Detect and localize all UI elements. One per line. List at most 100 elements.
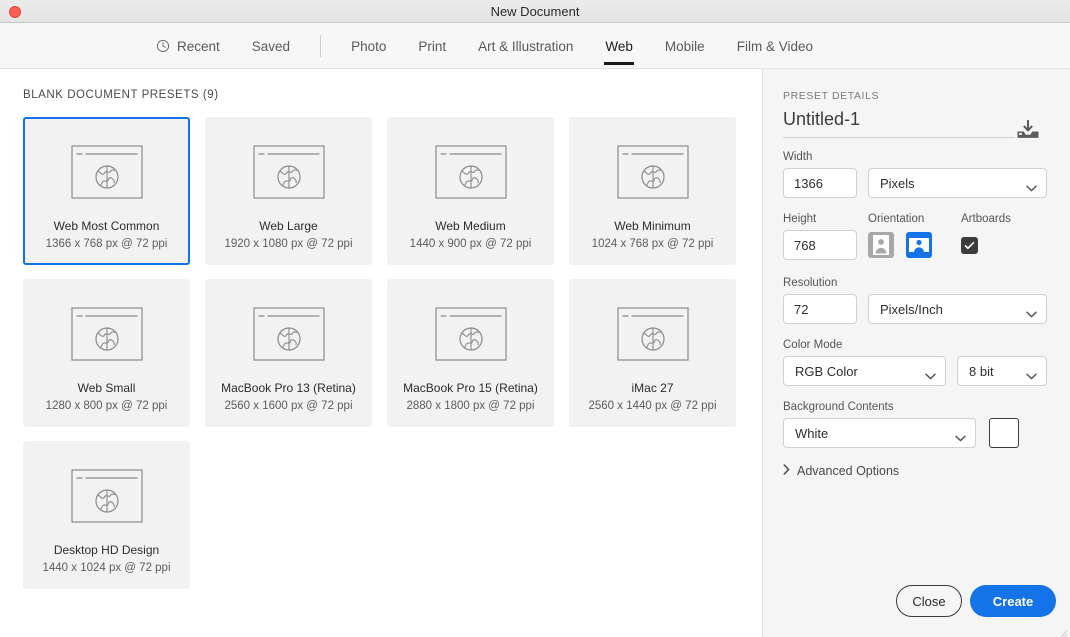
preset-name: MacBook Pro 15 (Retina) [399,381,542,397]
preset-card[interactable]: MacBook Pro 13 (Retina) 2560 x 1600 px @ … [205,279,372,427]
preset-card[interactable]: Web Small1280 x 800 px @ 72 ppi [23,279,190,427]
height-orientation-artboards-group: Height Orientation Artboards [783,213,1051,260]
tab-film-video[interactable]: Film & Video [721,23,829,69]
presets-heading-label: BLANK DOCUMENT PRESETS [23,89,199,101]
presets-area: BLANK DOCUMENT PRESETS (9) Web Most Comm… [0,69,762,637]
save-preset-icon[interactable] [1016,120,1040,140]
background-contents-label: Background Contents [783,401,1019,413]
document-name-field[interactable] [783,109,1015,138]
web-document-icon [253,145,325,199]
chevron-right-icon [783,464,790,478]
close-button[interactable]: Close [896,585,962,617]
tab-saved[interactable]: Saved [236,23,306,69]
width-unit-select[interactable]: Pixels [868,168,1047,198]
active-tab-indicator [604,62,634,65]
advanced-options-label: Advanced Options [797,464,899,478]
chevron-down-icon [1026,180,1037,187]
orientation-label: Orientation [868,213,961,225]
clock-icon [156,39,170,53]
preset-spec: 2560 x 1600 px @ 72 ppi [224,400,352,412]
preset-grid: Web Most Common 1366 x 768 px @ 72 ppi We… [23,117,743,589]
tab-label: Web [605,39,633,54]
preset-card[interactable]: Desktop HD Design 1440 x 1024 px @ 72 ppi [23,441,190,589]
preset-card[interactable]: Web Most Common 1366 x 768 px @ 72 ppi [23,117,190,265]
preset-name: Web Medium [431,219,509,235]
title-bar: New Document [0,0,1070,23]
preset-name: iMac 27 [627,381,677,397]
width-unit-value: Pixels [880,176,915,191]
resolution-input[interactable] [794,302,846,317]
width-input-box[interactable] [783,168,857,198]
web-document-icon [71,145,143,199]
web-document-icon [617,145,689,199]
bit-depth-value: 8 bit [969,364,994,379]
tab-label: Print [418,39,446,54]
width-label: Width [783,151,1047,163]
tab-label: Film & Video [737,39,813,54]
tab-label: Photo [351,39,386,54]
bit-depth-select[interactable]: 8 bit [957,356,1047,386]
presets-heading: BLANK DOCUMENT PRESETS (9) [23,89,219,101]
presets-count: (9) [203,89,219,101]
tab-print[interactable]: Print [402,23,462,69]
resolution-label: Resolution [783,277,1047,289]
resolution-input-box[interactable] [783,294,857,324]
background-contents-value: White [795,426,828,441]
tab-mobile[interactable]: Mobile [649,23,721,69]
web-document-icon [617,307,689,361]
tab-photo[interactable]: Photo [335,23,402,69]
color-mode-select[interactable]: RGB Color [783,356,946,386]
preset-spec: 1366 x 768 px @ 72 ppi [46,238,168,250]
height-input[interactable] [794,238,846,253]
preset-card[interactable]: Web Minimum 1024 x 768 px @ 72 ppi [569,117,736,265]
width-group: Width Pixels [783,151,1047,198]
preset-name: Desktop HD Design [50,543,163,559]
preset-spec: 2880 x 1800 px @ 72 ppi [406,400,534,412]
background-color-swatch[interactable] [989,418,1019,448]
preset-spec: 1920 x 1080 px @ 72 ppi [224,238,352,250]
preset-details-heading: PRESET DETAILS [783,90,879,102]
preset-card[interactable]: MacBook Pro 15 (Retina) 2880 x 1800 px @ … [387,279,554,427]
height-input-box[interactable] [783,230,857,260]
preset-name: Web Large [255,219,321,235]
tab-web[interactable]: Web [589,23,649,69]
create-button[interactable]: Create [970,585,1056,617]
preset-spec: 1024 x 768 px @ 72 ppi [592,238,714,250]
landscape-orientation-button[interactable] [906,232,932,258]
chevron-down-icon [925,368,936,375]
background-contents-select[interactable]: White [783,418,976,448]
tab-art-illustration[interactable]: Art & Illustration [462,23,589,69]
web-document-icon [253,307,325,361]
color-mode-value: RGB Color [795,364,858,379]
preset-card[interactable]: Web Large 1920 x 1080 px @ 72 ppi [205,117,372,265]
chevron-down-icon [1026,306,1037,313]
resize-grip[interactable] [1059,626,1068,635]
resolution-group: Resolution Pixels/Inch [783,277,1047,324]
background-contents-group: Background Contents White [783,401,1019,448]
close-window-button[interactable] [9,6,21,18]
resolution-unit-select[interactable]: Pixels/Inch [868,294,1047,324]
chevron-down-icon [1026,368,1037,375]
tab-recent[interactable]: Recent [140,23,236,69]
color-mode-group: Color Mode RGB Color 8 bit [783,339,1047,386]
preset-card[interactable]: iMac 272560 x 1440 px @ 72 ppi [569,279,736,427]
preset-details-panel: PRESET DETAILS Width Pixels [762,69,1070,637]
preset-name: MacBook Pro 13 (Retina) [217,381,360,397]
preset-spec: 1440 x 900 px @ 72 ppi [410,238,532,250]
color-mode-label: Color Mode [783,339,1047,351]
preset-spec: 1280 x 800 px @ 72 ppi [46,400,168,412]
document-name-input[interactable] [783,109,1015,130]
window-title: New Document [0,4,1070,19]
category-tab-bar: Recent Saved Photo Print Art & Illustrat… [0,23,1070,69]
height-label: Height [783,213,868,225]
width-input[interactable] [794,176,846,191]
preset-spec: 1440 x 1024 px @ 72 ppi [42,562,170,574]
preset-name: Web Minimum [610,219,694,235]
artboards-checkbox[interactable] [961,237,978,254]
tab-label: Mobile [665,39,705,54]
preset-card[interactable]: Web Medium 1440 x 900 px @ 72 ppi [387,117,554,265]
portrait-orientation-button[interactable] [868,232,894,258]
preset-name: Web Most Common [50,219,164,235]
advanced-options-toggle[interactable]: Advanced Options [783,464,899,478]
new-document-dialog: New Document Recent Saved Photo [0,0,1070,637]
